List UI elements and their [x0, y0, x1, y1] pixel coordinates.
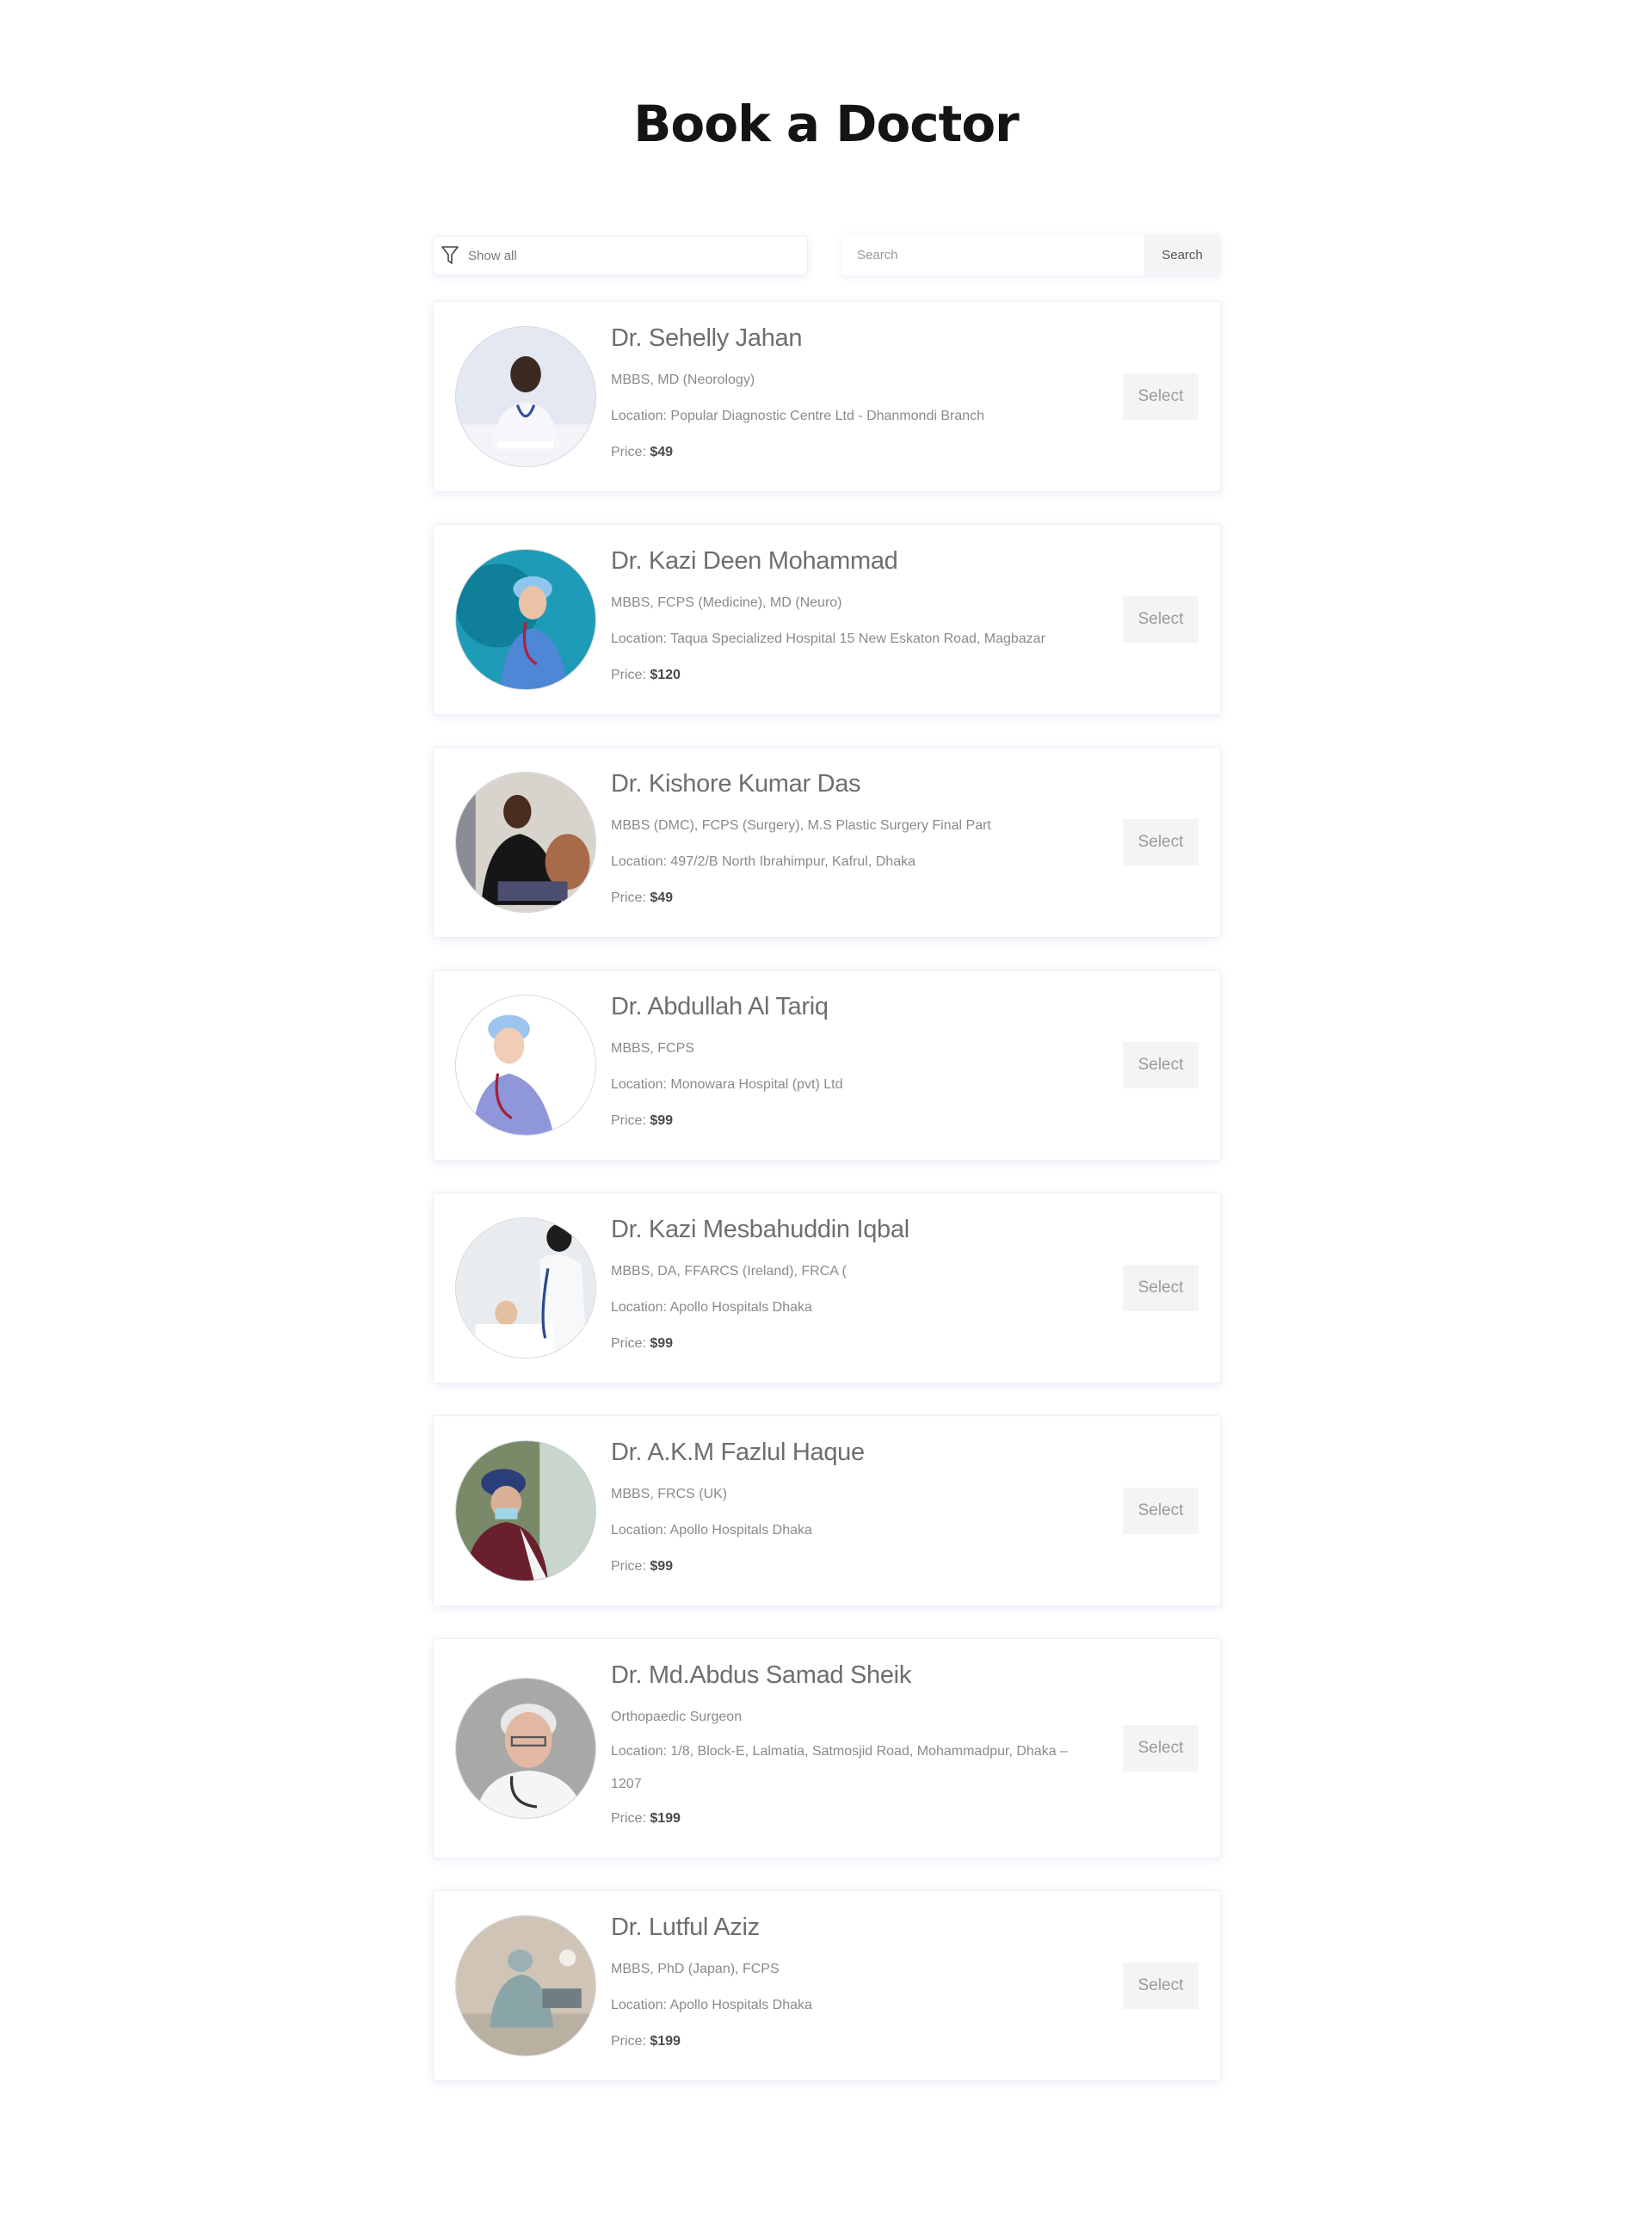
search-button[interactable]: Search	[1144, 234, 1220, 275]
doctor-name: Dr. A.K.M Fazlul Haque	[611, 1439, 865, 1466]
select-button[interactable]: Select	[1123, 1725, 1199, 1772]
doctor-location: Location: Taqua Specialized Hospital 15 …	[611, 621, 1091, 657]
doctor-card: Dr. Md.Abdus Samad Sheik Orthopaedic Sur…	[433, 1638, 1221, 1858]
price-prefix: Price:	[611, 668, 650, 682]
doctor-price: Price: $120	[611, 657, 1091, 693]
doctor-card: Dr. Kazi Mesbahuddin Iqbal MBBS, DA, FFA…	[433, 1192, 1221, 1383]
price-value: $49	[650, 890, 674, 905]
price-value: $99	[650, 1559, 674, 1574]
doctor-location: Location: 497/2/B North Ibrahimpur, Kafr…	[611, 844, 1091, 880]
doctor-list: Dr. Sehelly Jahan MBBS, MD (Neorology) L…	[433, 301, 1221, 2113]
select-button[interactable]: Select	[1123, 1963, 1199, 2009]
location-value: Taqua Specialized Hospital 15 New Eskato…	[670, 632, 1045, 646]
location-value: 1/8, Block-E, Lalmatia, Satmosjid Road, …	[611, 1744, 1068, 1791]
doctor-location: Location: Popular Diagnostic Centre Ltd …	[611, 398, 1091, 434]
doctor-price: Price: $199	[611, 1801, 1091, 1837]
doctor-card: Dr. Sehelly Jahan MBBS, MD (Neorology) L…	[433, 301, 1221, 492]
doctor-avatar	[455, 995, 596, 1136]
select-button[interactable]: Select	[1123, 373, 1199, 420]
doctor-price: Price: $49	[611, 434, 1091, 471]
doctor-qualifications: MBBS, DA, FFARCS (Ireland), FRCA (	[611, 1264, 847, 1279]
doctor-name: Dr. Md.Abdus Samad Sheik	[611, 1661, 912, 1689]
doctor-price: Price: $99	[611, 1103, 1091, 1139]
doctor-name: Dr. Abdullah Al Tariq	[611, 993, 829, 1020]
doctor-qualifications: MBBS, PhD (Japan), FCPS	[611, 1962, 780, 1976]
select-button[interactable]: Select	[1123, 1488, 1199, 1534]
price-prefix: Price:	[611, 1336, 650, 1351]
price-value: $99	[650, 1113, 674, 1128]
doctor-avatar	[455, 1678, 596, 1819]
location-value: Apollo Hospitals Dhaka	[669, 1523, 812, 1538]
doctor-price: Price: $99	[611, 1326, 1091, 1362]
doctor-card: Dr. Kazi Deen Mohammad MBBS, FCPS (Medic…	[433, 524, 1221, 715]
doctor-card: Dr. Kishore Kumar Das MBBS (DMC), FCPS (…	[433, 747, 1221, 938]
select-button[interactable]: Select	[1123, 596, 1199, 643]
funnel-icon	[441, 245, 459, 266]
select-button[interactable]: Select	[1123, 1042, 1199, 1088]
location-prefix: Location:	[611, 1744, 671, 1759]
select-button[interactable]: Select	[1123, 1265, 1199, 1311]
filter-label: Show all	[468, 248, 517, 263]
doctor-name: Dr. Sehelly Jahan	[611, 324, 803, 352]
doctor-location: Location: Apollo Hospitals Dhaka	[611, 1513, 1091, 1549]
location-value: Apollo Hospitals Dhaka	[669, 1300, 812, 1315]
doctor-avatar	[455, 326, 596, 467]
location-prefix: Location:	[611, 409, 671, 423]
doctor-avatar	[455, 549, 596, 690]
doctor-qualifications: MBBS, FRCS (UK)	[611, 1487, 728, 1501]
location-prefix: Location:	[611, 1077, 671, 1092]
price-value: $120	[650, 668, 681, 682]
doctor-price: Price: $49	[611, 880, 1091, 916]
doctor-avatar	[455, 1217, 596, 1359]
doctor-price: Price: $99	[611, 1549, 1091, 1585]
location-prefix: Location:	[611, 1300, 670, 1315]
price-value: $49	[650, 445, 674, 459]
doctor-card: Dr. A.K.M Fazlul Haque MBBS, FRCS (UK) L…	[433, 1415, 1221, 1606]
price-value: $199	[650, 1811, 681, 1826]
price-prefix: Price:	[611, 1559, 650, 1574]
show-all-filter[interactable]: Show all	[433, 236, 808, 275]
location-prefix: Location:	[611, 1998, 670, 2012]
price-prefix: Price:	[611, 445, 650, 459]
doctor-qualifications: Orthopaedic Surgeon	[611, 1710, 743, 1724]
doctor-price: Price: $199	[611, 2024, 1091, 2060]
price-prefix: Price:	[611, 2034, 650, 2049]
doctor-location: Location: Apollo Hospitals Dhaka	[611, 1290, 1091, 1326]
doctor-location: Location: Monowara Hospital (pvt) Ltd	[611, 1067, 1091, 1103]
doctor-avatar	[455, 772, 596, 913]
search-bar: Search	[841, 234, 1220, 275]
page-title: Book a Doctor	[633, 95, 1020, 153]
doctor-qualifications: MBBS, MD (Neorology)	[611, 373, 755, 387]
doctor-location: Location: Apollo Hospitals Dhaka	[611, 1987, 1091, 2024]
select-button[interactable]: Select	[1123, 819, 1199, 866]
price-value: $199	[650, 2034, 681, 2049]
doctor-card: Dr. Abdullah Al Tariq MBBS, FCPS Locatio…	[433, 970, 1221, 1161]
doctor-qualifications: MBBS, FCPS	[611, 1041, 694, 1056]
price-prefix: Price:	[611, 1811, 650, 1826]
doctor-qualifications: MBBS, FCPS (Medicine), MD (Neuro)	[611, 595, 842, 610]
doctor-location: Location: 1/8, Block-E, Lalmatia, Satmos…	[611, 1735, 1091, 1801]
location-prefix: Location:	[611, 632, 671, 646]
doctor-qualifications: MBBS (DMC), FCPS (Surgery), M.S Plastic …	[611, 818, 991, 833]
doctor-name: Dr. Lutful Aziz	[611, 1913, 760, 1941]
doctor-card: Dr. Lutful Aziz MBBS, PhD (Japan), FCPS …	[433, 1890, 1221, 2081]
doctor-name: Dr. Kishore Kumar Das	[611, 770, 861, 798]
location-value: Popular Diagnostic Centre Ltd - Dhanmond…	[670, 409, 985, 423]
doctor-avatar	[455, 1915, 596, 2056]
doctor-avatar	[455, 1440, 596, 1581]
price-prefix: Price:	[611, 1113, 650, 1128]
location-value: Apollo Hospitals Dhaka	[669, 1998, 812, 2012]
search-input[interactable]	[841, 234, 1144, 275]
doctor-name: Dr. Kazi Deen Mohammad	[611, 547, 898, 575]
location-value: 497/2/B North Ibrahimpur, Kafrul, Dhaka	[670, 854, 915, 869]
location-prefix: Location:	[611, 1523, 670, 1538]
location-value: Monowara Hospital (pvt) Ltd	[670, 1077, 843, 1092]
price-prefix: Price:	[611, 890, 650, 905]
doctor-name: Dr. Kazi Mesbahuddin Iqbal	[611, 1216, 909, 1243]
price-value: $99	[650, 1336, 674, 1351]
location-prefix: Location:	[611, 854, 671, 869]
